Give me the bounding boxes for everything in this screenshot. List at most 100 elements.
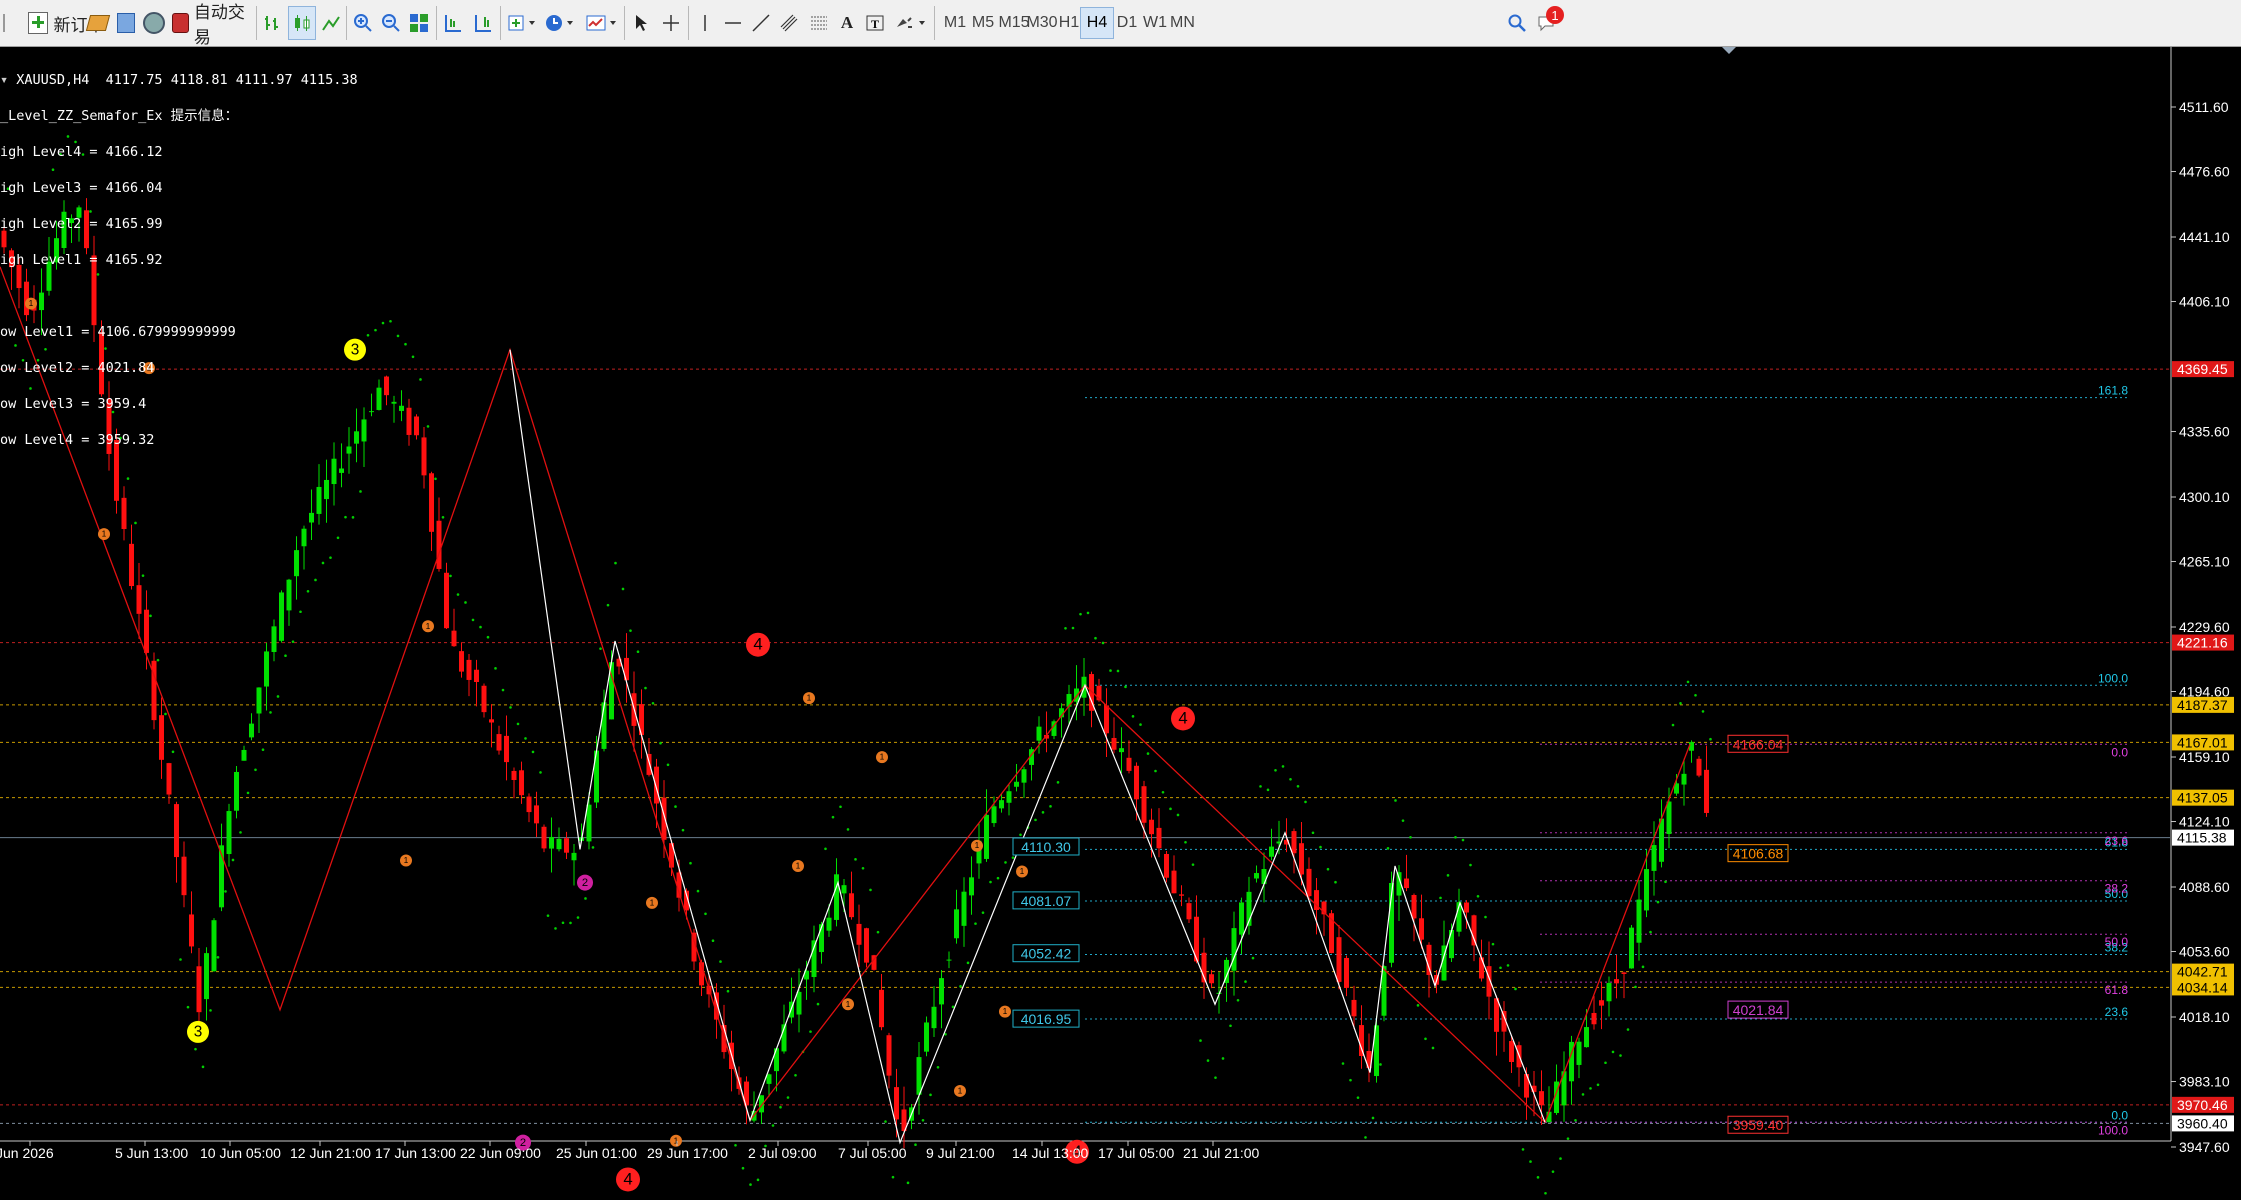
sar-dot (1476, 894, 1480, 898)
sar-dot (816, 1002, 820, 1006)
candle-body (496, 734, 502, 751)
timeframe-h4[interactable]: H4 (1080, 7, 1114, 39)
candle-body (1351, 999, 1357, 1017)
price-tick-label: 4511.60 (2179, 99, 2229, 115)
sar-dot (1011, 856, 1015, 859)
text-tool-icon[interactable]: A (834, 6, 860, 40)
candle-body (436, 520, 442, 569)
symbol-info: ▾ XAUUSD,H4 4117.75 4118.81 4111.97 4115… (0, 72, 358, 88)
candle-body (429, 473, 434, 532)
sar-dot (1049, 805, 1052, 808)
price-tick-label: 4053.60 (2179, 944, 2230, 960)
sar-dot (1364, 1136, 1367, 1139)
navigator-icon[interactable] (142, 6, 166, 40)
trendline-tool-icon[interactable] (748, 6, 774, 40)
text-label-tool-icon[interactable]: T (862, 6, 888, 40)
candle-body (1621, 972, 1627, 974)
fib-value-text: 4110.30 (1021, 839, 1071, 855)
fibonacci-tool-icon[interactable] (806, 6, 832, 40)
candle-body (286, 579, 292, 611)
candle-body (1606, 982, 1612, 1002)
candle-body (894, 1087, 899, 1120)
semafor-marker-label: 1 (975, 840, 980, 850)
zoom-in-icon[interactable] (350, 6, 376, 40)
data-window-icon[interactable] (114, 6, 138, 40)
chart-shift-icon[interactable] (440, 6, 466, 40)
candlestick-chart-icon[interactable] (288, 6, 316, 40)
semafor-marker-label: 1 (102, 529, 107, 539)
timeframe-mn[interactable]: MN (1166, 7, 1199, 39)
candle-body (421, 437, 427, 476)
candle-body (511, 770, 517, 781)
sar-dot (1004, 861, 1007, 864)
market-watch-icon[interactable] (85, 6, 111, 40)
candle-body (946, 959, 952, 961)
candle-body (1644, 869, 1649, 911)
sar-dot (1671, 723, 1675, 727)
price-tick-label: 4441.10 (2179, 229, 2230, 245)
sar-dot (284, 654, 287, 658)
indicator-title: _Level_ZZ_Semafor_Ex 提示信息： (0, 108, 239, 124)
line-chart-icon[interactable] (318, 6, 344, 40)
sar-dot (569, 921, 572, 925)
candle-body (1119, 748, 1124, 753)
auto-scroll-icon[interactable] (470, 6, 496, 40)
fib-label-magenta: 100.0 (2098, 1123, 2128, 1137)
sar-dot (1521, 1148, 1525, 1151)
vertical-line-tool-icon[interactable] (692, 6, 718, 40)
price-tick-label: 4265.10 (2179, 554, 2230, 570)
candle-body (489, 719, 494, 723)
sar-dot (1064, 626, 1067, 630)
toolbar-separator (436, 6, 437, 40)
sar-dot (231, 858, 235, 862)
tile-windows-icon[interactable] (406, 6, 432, 40)
sar-dot (711, 939, 715, 943)
sar-dot (974, 922, 977, 925)
auto-trading-button[interactable]: 自动交易 (172, 3, 250, 47)
sar-dot (681, 828, 685, 832)
horizontal-line-tool-icon[interactable] (720, 6, 746, 40)
sar-dot (546, 914, 550, 917)
sar-dot (449, 574, 452, 578)
sar-dot (786, 1096, 790, 1099)
indicators-menu-icon[interactable] (504, 6, 540, 40)
candle-body (1171, 870, 1177, 894)
sar-dot (1446, 874, 1450, 877)
candle-body (984, 814, 989, 859)
candle-body (1471, 915, 1477, 946)
sar-dot (996, 876, 1000, 880)
search-icon[interactable] (1504, 6, 1530, 40)
candle-body (136, 585, 142, 614)
periods-menu-icon[interactable] (542, 6, 578, 40)
sar-dot (509, 706, 512, 709)
svg-text:T: T (871, 17, 879, 31)
arrows-menu-icon[interactable] (890, 6, 932, 40)
crosshair-tool-icon[interactable] (658, 6, 684, 40)
sar-dot (1274, 768, 1277, 772)
sar-dot (1214, 1076, 1217, 1079)
candle-body (1036, 726, 1042, 741)
high-level-1: igh Level1 = 4165.92 (0, 252, 163, 268)
bar-chart-icon[interactable] (260, 6, 286, 40)
sar-dot (1221, 1057, 1225, 1060)
notifications-button[interactable]: 1 (1530, 6, 1564, 40)
price-tick-label: 4476.60 (2179, 164, 2230, 180)
candle-body (1164, 853, 1169, 878)
sar-dot (719, 960, 722, 963)
candle-body (879, 989, 884, 1028)
fib-label-cyan: 161.8 (2098, 384, 2128, 398)
candle-body (1134, 765, 1139, 800)
templates-menu-icon[interactable] (582, 6, 622, 40)
sar-dot (1266, 788, 1270, 792)
sar-dot (741, 1166, 745, 1170)
fib-value-text: 4081.07 (1021, 893, 1072, 909)
sar-dot (1401, 819, 1405, 822)
zoom-out-icon[interactable] (378, 6, 404, 40)
candle-body (196, 966, 202, 1013)
sar-dot (471, 618, 475, 622)
fib-label-cyan: 0.0 (2111, 1108, 2128, 1122)
equidistant-channel-tool-icon[interactable] (776, 6, 802, 40)
candle-body (166, 763, 172, 795)
cursor-tool-icon[interactable] (628, 6, 654, 40)
time-tick-label: 5 Jun 13:00 (115, 1145, 188, 1161)
